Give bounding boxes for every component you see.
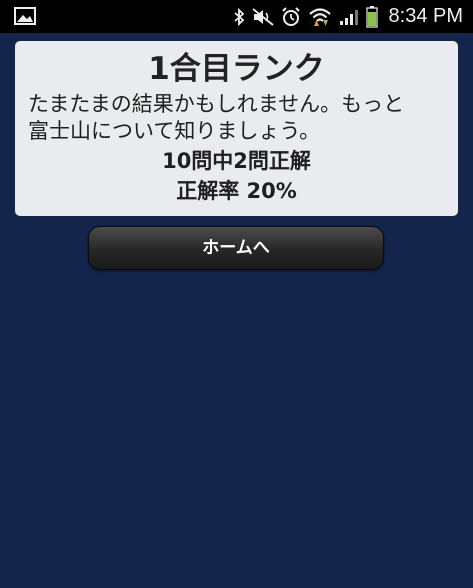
bluetooth-icon: [233, 7, 245, 26]
accuracy-rate: 正解率 20%: [176, 179, 297, 203]
status-icons: 8:34 PM: [233, 0, 463, 33]
wifi-icon: [308, 7, 332, 27]
message-line-2: 富士山について知りましょう。: [28, 119, 321, 143]
home-button[interactable]: ホームへ: [88, 226, 384, 270]
rank-title: 1合目ランク: [148, 51, 325, 87]
gallery-icon: [14, 7, 36, 25]
message-line-1: たまたまの結果かもしれません。もっと: [28, 92, 405, 116]
clock: 8:34 PM: [388, 5, 463, 27]
result-card: 1合目ランク たまたまの結果かもしれません。もっと 富士山について知りましょう。…: [15, 41, 458, 216]
mute-icon: [251, 7, 274, 26]
result-message: たまたまの結果かもしれません。もっと 富士山について知りましょう。: [28, 91, 448, 145]
correct-count: 10問中2問正解: [162, 149, 311, 173]
status-bar: 8:34 PM: [0, 0, 473, 33]
signal-icon: [339, 8, 359, 26]
battery-icon: [365, 5, 378, 28]
alarm-icon: [281, 6, 301, 27]
